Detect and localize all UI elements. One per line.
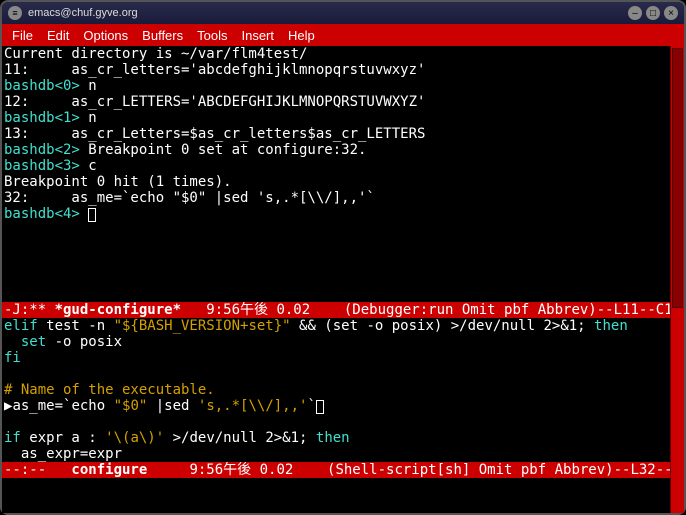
- configure-buffer[interactable]: elif test -n "${BASH_VERSION+set}" && (s…: [2, 318, 670, 462]
- editor-area: Current directory is ~/var/flm4test/11: …: [2, 46, 684, 513]
- code-line: bashdb<3> c: [2, 158, 670, 174]
- menu-buffers[interactable]: Buffers: [142, 28, 183, 43]
- code-line: set -o posix: [2, 334, 670, 350]
- app-menu-icon[interactable]: ≡: [8, 6, 22, 20]
- code-line: Breakpoint 0 hit (1 times).: [2, 174, 670, 190]
- code-line: [2, 366, 670, 382]
- menu-options[interactable]: Options: [83, 28, 128, 43]
- minimize-button[interactable]: –: [628, 6, 642, 20]
- maximize-button[interactable]: □: [646, 6, 660, 20]
- close-button[interactable]: ×: [664, 6, 678, 20]
- menu-help[interactable]: Help: [288, 28, 315, 43]
- window-title: emacs@chuf.gyve.org: [28, 7, 138, 19]
- menu-edit[interactable]: Edit: [47, 28, 69, 43]
- cursor: [316, 400, 324, 414]
- modeline-gud: -J:** *gud-configure* 9:56午後 0.02 (Debug…: [2, 302, 670, 318]
- emacs-menubar: File Edit Options Buffers Tools Insert H…: [2, 24, 684, 46]
- code-line: # Name of the executable.: [2, 382, 670, 398]
- code-line: bashdb<4>: [2, 206, 670, 222]
- buffer-panes[interactable]: Current directory is ~/var/flm4test/11: …: [2, 46, 670, 513]
- code-line: 13: as_cr_Letters=$as_cr_letters$as_cr_L…: [2, 126, 670, 142]
- code-line: 12: as_cr_LETTERS='ABCDEFGHIJKLMNOPQRSTU…: [2, 94, 670, 110]
- code-line: as_expr=expr: [2, 446, 670, 462]
- code-line: Current directory is ~/var/flm4test/: [2, 46, 670, 62]
- code-line: bashdb<1> n: [2, 110, 670, 126]
- gud-buffer[interactable]: Current directory is ~/var/flm4test/11: …: [2, 46, 670, 222]
- modeline-configure: --:-- configure 9:56午後 0.02 (Shell-scrip…: [2, 462, 670, 478]
- code-line: bashdb<2> Breakpoint 0 set at configure:…: [2, 142, 670, 158]
- code-line: 32: as_me=`echo "$0" |sed 's,.*[\\/],,'`: [2, 190, 670, 206]
- scrollbar-thumb[interactable]: [672, 48, 683, 308]
- code-line: fi: [2, 350, 670, 366]
- window-titlebar: ≡ emacs@chuf.gyve.org – □ ×: [2, 2, 684, 24]
- code-line: [2, 414, 670, 430]
- code-line: if expr a : '\(a\)' >/dev/null 2>&1; the…: [2, 430, 670, 446]
- code-line: elif test -n "${BASH_VERSION+set}" && (s…: [2, 318, 670, 334]
- code-line: 11: as_cr_letters='abcdefghijklmnopqrstu…: [2, 62, 670, 78]
- code-line: bashdb<0> n: [2, 78, 670, 94]
- menu-file[interactable]: File: [12, 28, 33, 43]
- menu-insert[interactable]: Insert: [241, 28, 274, 43]
- scrollbar-top[interactable]: [670, 46, 684, 513]
- cursor: [88, 208, 96, 222]
- menu-tools[interactable]: Tools: [197, 28, 227, 43]
- code-line: ▶as_me=`echo "$0" |sed 's,.*[\\/],,'`: [2, 398, 670, 414]
